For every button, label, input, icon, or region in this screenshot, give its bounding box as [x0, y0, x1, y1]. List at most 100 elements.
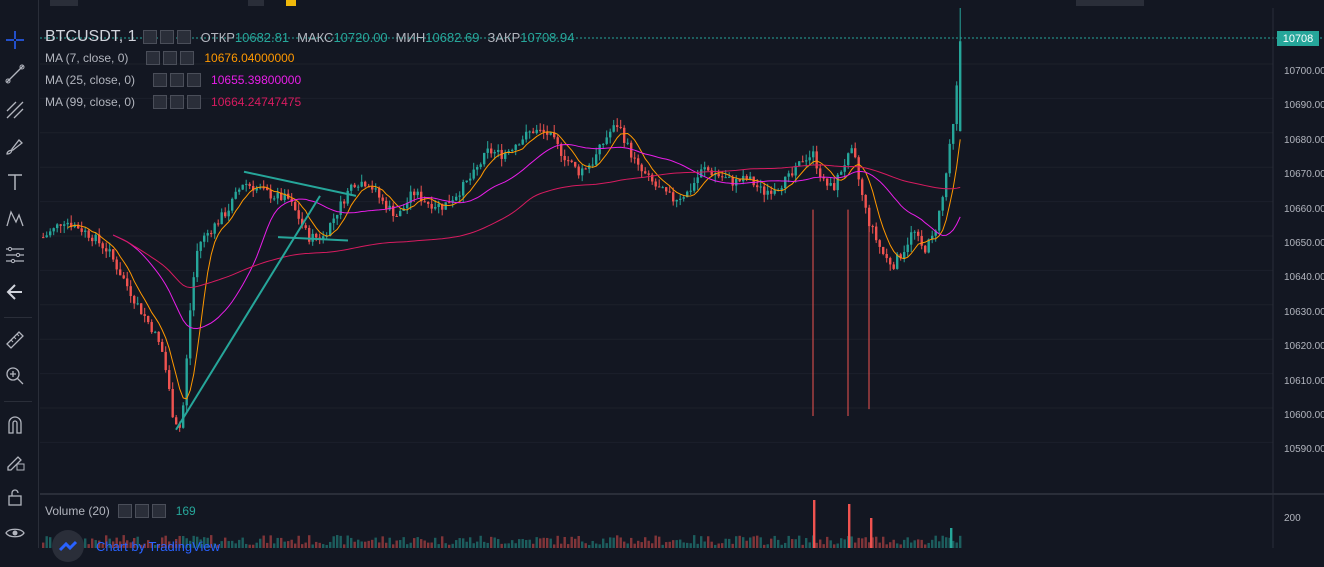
volume-bar [350, 537, 353, 548]
legend-hide-button[interactable] [142, 30, 157, 44]
volume-bar [693, 535, 696, 548]
volume-bar [458, 538, 461, 548]
volume-bar [455, 540, 458, 548]
crosshair-icon[interactable] [3, 28, 27, 52]
lock-icon[interactable] [3, 485, 27, 509]
candle-body [784, 176, 787, 189]
candle-body [486, 148, 489, 153]
text-icon[interactable] [3, 170, 27, 194]
pitchfork-icon[interactable] [3, 98, 27, 122]
volume-bar [864, 537, 867, 548]
volume-bar [308, 535, 311, 548]
candle-body [836, 174, 839, 191]
candle-body [791, 173, 794, 176]
symbol-name[interactable]: BTCUSDT, 1 [45, 28, 137, 46]
pattern-icon[interactable] [3, 206, 27, 230]
volume-bar [857, 537, 860, 548]
candle-body [605, 137, 608, 144]
branding-text[interactable]: Chart by TradingView [96, 539, 220, 554]
candle-body [724, 177, 727, 179]
high-label: МАКС [297, 29, 334, 45]
gear-icon[interactable] [170, 73, 185, 87]
candle-body [304, 225, 307, 228]
candle-body [294, 201, 297, 211]
eye-toggle-button[interactable] [146, 51, 161, 65]
price-chart[interactable] [40, 8, 1324, 548]
volume-bar [885, 544, 888, 548]
candle-body [161, 341, 164, 352]
candle-body [273, 198, 276, 200]
volume-bar [493, 537, 496, 548]
eye-toggle-button[interactable] [153, 95, 168, 109]
volume-bar [339, 535, 342, 548]
close-icon[interactable] [187, 73, 202, 87]
volume-bar [840, 538, 843, 548]
eye-toggle-button[interactable] [117, 504, 132, 518]
high-value: 10720.00 [333, 29, 388, 45]
candle-body [693, 183, 696, 191]
candle-body [549, 132, 552, 135]
trend-line-icon[interactable] [3, 62, 27, 86]
ruler-icon[interactable] [3, 328, 27, 352]
brush-icon[interactable] [3, 134, 27, 158]
volume-bar [707, 536, 710, 548]
candle-body [136, 303, 139, 305]
candle-body [924, 245, 927, 253]
interval-button[interactable] [50, 0, 78, 6]
candle-body [756, 185, 759, 188]
volume-bar [378, 542, 381, 548]
ma-name: MA (25, close, 0) [45, 73, 136, 87]
volume-bar [266, 542, 269, 548]
close-icon[interactable] [151, 504, 166, 518]
eye-icon[interactable] [3, 521, 27, 545]
candle-body [812, 151, 815, 158]
lock-drawing-icon[interactable] [3, 449, 27, 473]
toolbar-button[interactable] [248, 0, 264, 6]
volume-bar [280, 537, 283, 548]
volume-name: Volume (20) [45, 504, 110, 518]
close-icon[interactable] [187, 95, 202, 109]
eye-toggle-button[interactable] [153, 73, 168, 87]
volume-bar [514, 543, 517, 548]
fib-icon[interactable] [3, 243, 27, 267]
candle-body [637, 158, 640, 165]
zoom-in-icon[interactable] [3, 364, 27, 388]
favorite-icon[interactable] [286, 0, 296, 6]
volume-bar [791, 539, 794, 548]
candle-body [112, 249, 115, 260]
candle-body [717, 173, 720, 177]
candle-body [878, 240, 881, 247]
volume-bar [850, 536, 853, 548]
volume-bar [689, 543, 692, 548]
candle-body [647, 173, 650, 175]
legend-settings-button[interactable] [159, 30, 174, 44]
candle-body [360, 181, 363, 187]
volume-bar [465, 541, 468, 548]
tradingview-branding[interactable]: Chart by TradingView [52, 530, 220, 562]
candle-body [423, 201, 426, 203]
legend-close-button[interactable] [176, 30, 191, 44]
close-icon[interactable] [180, 51, 195, 65]
volume-bar [870, 518, 873, 548]
ma-name: MA (99, close, 0) [45, 95, 136, 109]
candle-body [770, 190, 773, 194]
gear-icon[interactable] [163, 51, 178, 65]
settings-button[interactable] [1076, 0, 1144, 6]
back-arrow-icon[interactable] [3, 280, 27, 304]
magnet-icon[interactable] [3, 413, 27, 437]
volume-bar [644, 537, 647, 548]
candle-body [119, 269, 122, 276]
candle-body [661, 187, 664, 189]
volume-value: 169 [175, 504, 196, 518]
candle-body [875, 226, 878, 241]
candle-body [192, 277, 195, 311]
candle-body [497, 149, 500, 152]
candle-body [297, 210, 300, 219]
candle-body [528, 131, 531, 133]
gear-icon[interactable] [134, 504, 149, 518]
volume-bar [612, 537, 615, 548]
volume-bar [574, 538, 577, 548]
candle-body [959, 41, 962, 132]
gear-icon[interactable] [170, 95, 185, 109]
volume-bar [500, 543, 503, 548]
